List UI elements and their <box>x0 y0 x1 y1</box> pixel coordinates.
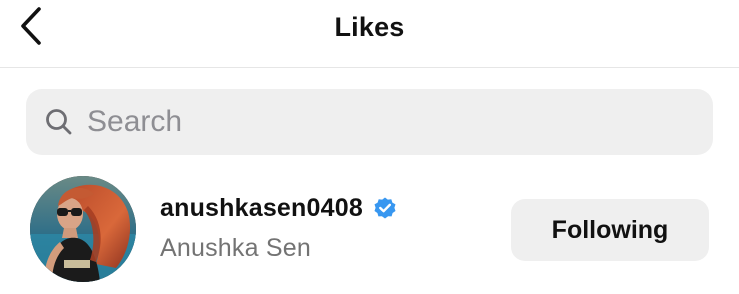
following-button[interactable]: Following <box>511 199 709 261</box>
search-bar[interactable] <box>26 89 713 155</box>
search-input[interactable] <box>87 105 647 139</box>
verified-badge-icon <box>371 195 399 223</box>
search-icon <box>44 107 74 137</box>
header: Likes <box>0 0 739 68</box>
full-name: Anushka Sen <box>160 234 311 262</box>
list-item[interactable]: anushkasen0408 Anushka Sen Following <box>0 172 739 288</box>
avatar[interactable] <box>30 176 136 282</box>
profile-photo <box>30 176 136 282</box>
username-line[interactable]: anushkasen0408 <box>160 194 399 223</box>
page-title: Likes <box>334 12 405 42</box>
username[interactable]: anushkasen0408 <box>160 194 363 223</box>
